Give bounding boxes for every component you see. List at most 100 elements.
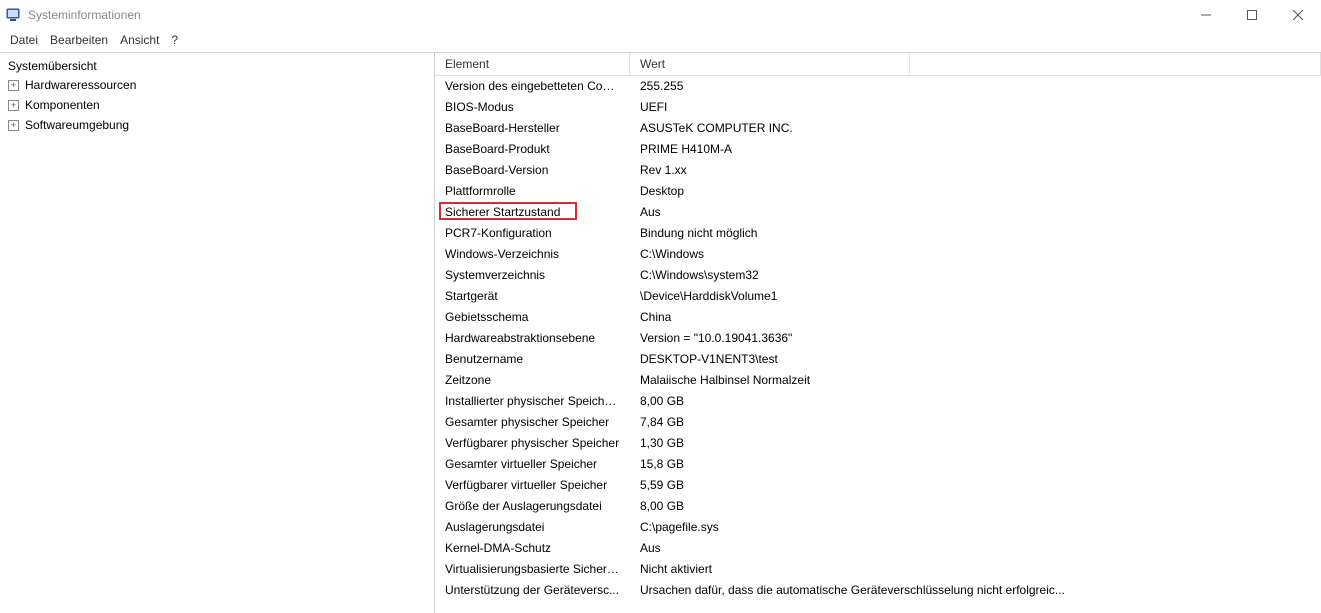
cell-value: C:\Windows: [630, 244, 1321, 265]
table-row[interactable]: BenutzernameDESKTOP-V1NENT3\test: [435, 349, 1321, 370]
cell-element: Hardwareabstraktionsebene: [435, 328, 630, 349]
cell-element: BaseBoard-Produkt: [435, 139, 630, 160]
cell-element: Zeitzone: [435, 370, 630, 391]
table-row[interactable]: Unterstützung der Geräteversc...Ursachen…: [435, 580, 1321, 601]
table-row[interactable]: PlattformrolleDesktop: [435, 181, 1321, 202]
column-value[interactable]: Wert: [630, 53, 1321, 75]
maximize-button[interactable]: [1229, 0, 1275, 30]
table-row[interactable]: GebietsschemaChina: [435, 307, 1321, 328]
table-row[interactable]: Verfügbarer physischer Speicher1,30 GB: [435, 433, 1321, 454]
cell-element: Gesamter virtueller Speicher: [435, 454, 630, 475]
cell-element: Gebietsschema: [435, 307, 630, 328]
tree-node-label: Hardwareressourcen: [25, 76, 136, 94]
cell-value: Malaiische Halbinsel Normalzeit: [630, 370, 1321, 391]
cell-value: ASUSTeK COMPUTER INC.: [630, 118, 1321, 139]
cell-element: Sicherer Startzustand: [435, 202, 630, 223]
cell-element: Plattformrolle: [435, 181, 630, 202]
table-row[interactable]: Windows-VerzeichnisC:\Windows: [435, 244, 1321, 265]
cell-value: C:\Windows\system32: [630, 265, 1321, 286]
menubar: Datei Bearbeiten Ansicht ?: [0, 30, 1321, 50]
app-icon: [6, 7, 22, 23]
table-row[interactable]: BIOS-ModusUEFI: [435, 97, 1321, 118]
cell-element: BaseBoard-Version: [435, 160, 630, 181]
cell-element: Verfügbarer physischer Speicher: [435, 433, 630, 454]
cell-value: DESKTOP-V1NENT3\test: [630, 349, 1321, 370]
window-controls: [1183, 0, 1321, 30]
details-list[interactable]: Element Wert Version des eingebetteten C…: [435, 53, 1321, 613]
cell-value: Desktop: [630, 181, 1321, 202]
table-row[interactable]: BaseBoard-ProduktPRIME H410M-A: [435, 139, 1321, 160]
cell-value: PRIME H410M-A: [630, 139, 1321, 160]
cell-element: Installierter physischer Speicher...: [435, 391, 630, 412]
cell-value: Bindung nicht möglich: [630, 223, 1321, 244]
table-row[interactable]: Virtualisierungsbasierte Sicherh...Nicht…: [435, 559, 1321, 580]
menu-edit[interactable]: Bearbeiten: [44, 31, 114, 49]
menu-help[interactable]: ?: [165, 31, 184, 49]
cell-value: Version = "10.0.19041.3636": [630, 328, 1321, 349]
cell-value: Aus: [630, 538, 1321, 559]
cell-element: Windows-Verzeichnis: [435, 244, 630, 265]
cell-value: 255.255: [630, 76, 1321, 97]
cell-value: 8,00 GB: [630, 391, 1321, 412]
cell-value: Ursachen dafür, dass die automatische Ge…: [630, 580, 1321, 601]
cell-element: Verfügbarer virtueller Speicher: [435, 475, 630, 496]
expand-icon[interactable]: +: [8, 100, 19, 111]
minimize-button[interactable]: [1183, 0, 1229, 30]
cell-value: \Device\HarddiskVolume1: [630, 286, 1321, 307]
cell-element: Systemverzeichnis: [435, 265, 630, 286]
titlebar: Systeminformationen: [0, 0, 1321, 30]
close-button[interactable]: [1275, 0, 1321, 30]
tree-node-label: Softwareumgebung: [25, 116, 129, 134]
cell-value: 1,30 GB: [630, 433, 1321, 454]
list-header: Element Wert: [435, 53, 1321, 76]
window-title: Systeminformationen: [28, 8, 1183, 22]
expand-icon[interactable]: +: [8, 120, 19, 131]
expand-icon[interactable]: +: [8, 80, 19, 91]
cell-element: Unterstützung der Geräteversc...: [435, 580, 630, 601]
table-row[interactable]: AuslagerungsdateiC:\pagefile.sys: [435, 517, 1321, 538]
table-row[interactable]: Größe der Auslagerungsdatei8,00 GB: [435, 496, 1321, 517]
table-row[interactable]: Gesamter physischer Speicher7,84 GB: [435, 412, 1321, 433]
table-row[interactable]: BaseBoard-HerstellerASUSTeK COMPUTER INC…: [435, 118, 1321, 139]
cell-element: PCR7-Konfiguration: [435, 223, 630, 244]
cell-element: Kernel-DMA-Schutz: [435, 538, 630, 559]
menu-file[interactable]: Datei: [4, 31, 44, 49]
table-row[interactable]: Installierter physischer Speicher...8,00…: [435, 391, 1321, 412]
cell-element: Benutzername: [435, 349, 630, 370]
tree-node[interactable]: + Softwareumgebung: [6, 115, 432, 135]
tree-node[interactable]: + Komponenten: [6, 95, 432, 115]
tree-node[interactable]: + Hardwareressourcen: [6, 75, 432, 95]
cell-value: Rev 1.xx: [630, 160, 1321, 181]
table-row[interactable]: Sicherer StartzustandAus: [435, 202, 1321, 223]
cell-element: Version des eingebetteten Cont...: [435, 76, 630, 97]
table-row[interactable]: ZeitzoneMalaiische Halbinsel Normalzeit: [435, 370, 1321, 391]
cell-element: BIOS-Modus: [435, 97, 630, 118]
cell-value: 7,84 GB: [630, 412, 1321, 433]
cell-element: Gesamter physischer Speicher: [435, 412, 630, 433]
cell-value: 8,00 GB: [630, 496, 1321, 517]
tree-pane: Systemübersicht + Hardwareressourcen + Komp…: [0, 53, 435, 613]
tree-node-label: Komponenten: [25, 96, 100, 114]
cell-value: Nicht aktiviert: [630, 559, 1321, 580]
cell-value: 5,59 GB: [630, 475, 1321, 496]
cell-element: BaseBoard-Hersteller: [435, 118, 630, 139]
cell-value: Aus: [630, 202, 1321, 223]
table-row[interactable]: Startgerät\Device\HarddiskVolume1: [435, 286, 1321, 307]
table-row[interactable]: Kernel-DMA-SchutzAus: [435, 538, 1321, 559]
cell-element: Auslagerungsdatei: [435, 517, 630, 538]
menu-view[interactable]: Ansicht: [114, 31, 165, 49]
cell-element: Startgerät: [435, 286, 630, 307]
table-row[interactable]: PCR7-KonfigurationBindung nicht möglich: [435, 223, 1321, 244]
table-row[interactable]: Gesamter virtueller Speicher15,8 GB: [435, 454, 1321, 475]
content-area: Systemübersicht + Hardwareressourcen + Komp…: [0, 52, 1321, 613]
column-element[interactable]: Element: [435, 53, 630, 75]
cell-value: 15,8 GB: [630, 454, 1321, 475]
table-row[interactable]: HardwareabstraktionsebeneVersion = "10.0…: [435, 328, 1321, 349]
table-row[interactable]: Verfügbarer virtueller Speicher5,59 GB: [435, 475, 1321, 496]
table-row[interactable]: SystemverzeichnisC:\Windows\system32: [435, 265, 1321, 286]
cell-element: Größe der Auslagerungsdatei: [435, 496, 630, 517]
cell-value: China: [630, 307, 1321, 328]
table-row[interactable]: Version des eingebetteten Cont...255.255: [435, 76, 1321, 97]
tree-root[interactable]: Systemübersicht: [2, 57, 432, 75]
table-row[interactable]: BaseBoard-VersionRev 1.xx: [435, 160, 1321, 181]
